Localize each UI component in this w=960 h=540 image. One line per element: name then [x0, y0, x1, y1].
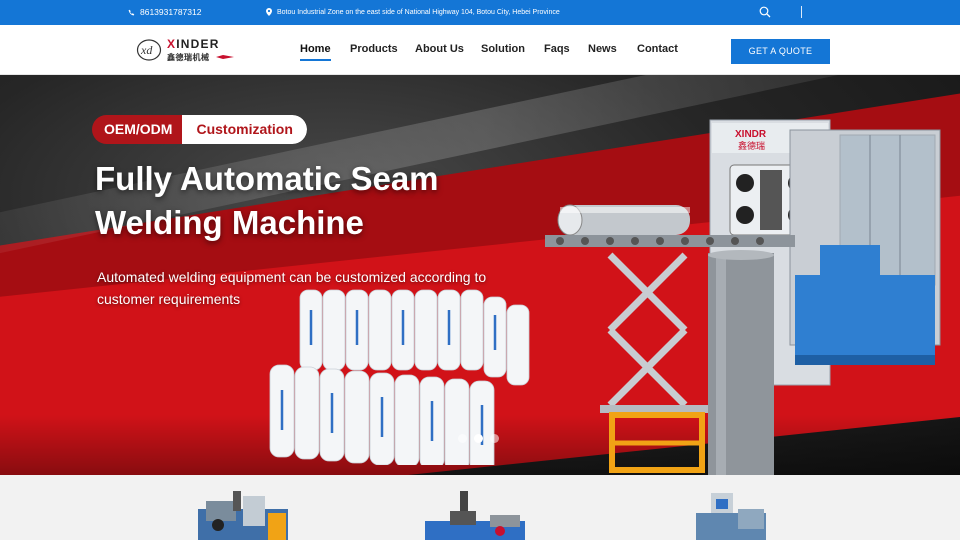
slider-pagination — [458, 434, 499, 443]
products-preview-strip — [0, 475, 960, 540]
top-info-bar: 8613931787312 Botou Industrial Zone on t… — [0, 0, 960, 25]
phone-number: 8613931787312 — [140, 7, 202, 17]
location-icon — [266, 8, 272, 16]
phone-icon — [128, 9, 135, 15]
address: Botou Industrial Zone on the east side o… — [266, 8, 560, 16]
badge-customization: Customization — [182, 115, 307, 144]
nav-home[interactable]: Home — [300, 43, 331, 61]
welding-machine-image: XINDR 鑫德瑞 — [545, 119, 941, 475]
logo-chinese: 鑫德瑞机械 — [167, 53, 210, 62]
logo-brand: XINDER — [167, 37, 220, 51]
slider-dot-3[interactable] — [490, 434, 499, 443]
topbar-divider — [801, 6, 802, 18]
get-a-quote-button[interactable]: GET A QUOTE — [731, 39, 830, 64]
badge-oem-odm: OEM/ODM — [92, 115, 183, 144]
phone-contact[interactable]: 8613931787312 — [128, 7, 201, 17]
machine-label: XINDR — [735, 129, 767, 140]
protective-film-rolls-image — [269, 289, 530, 465]
address-text: Botou Industrial Zone on the east side o… — [277, 8, 560, 16]
nav-products[interactable]: Products — [350, 43, 398, 55]
hero-title: Fully Automatic Seam Welding Machine — [95, 160, 439, 241]
nav-news[interactable]: News — [588, 43, 617, 55]
svg-text:xd: xd — [140, 43, 153, 57]
slider-dot-1[interactable] — [458, 434, 467, 443]
oem-odm-badge: OEM/ODM Customization — [92, 115, 307, 144]
nav-solution[interactable]: Solution — [481, 43, 525, 55]
hero-subtitle: Automated welding equipment can be custo… — [97, 269, 487, 307]
nav-contact[interactable]: Contact — [637, 43, 678, 55]
search-icon[interactable] — [759, 6, 771, 18]
slider-dot-2[interactable] — [474, 434, 483, 443]
machine-label-cn: 鑫德瑞 — [738, 140, 765, 152]
site-logo[interactable]: xd XINDER 鑫德瑞机械 — [136, 37, 236, 65]
nav-faqs[interactable]: Faqs — [544, 43, 570, 55]
logo-wing-icon — [216, 55, 234, 59]
product-thumbnail[interactable] — [686, 491, 770, 540]
logo-mark-icon: xd — [136, 39, 162, 61]
hero-banner[interactable]: XINDR 鑫德瑞 OEM/ODM Customization Fully Au… — [0, 75, 960, 475]
product-thumbnail[interactable] — [188, 491, 296, 540]
site-header: xd XINDER 鑫德瑞机械 Home Products About Us S… — [0, 25, 960, 75]
product-thumbnail[interactable] — [420, 491, 530, 540]
nav-about-us[interactable]: About Us — [415, 43, 464, 55]
